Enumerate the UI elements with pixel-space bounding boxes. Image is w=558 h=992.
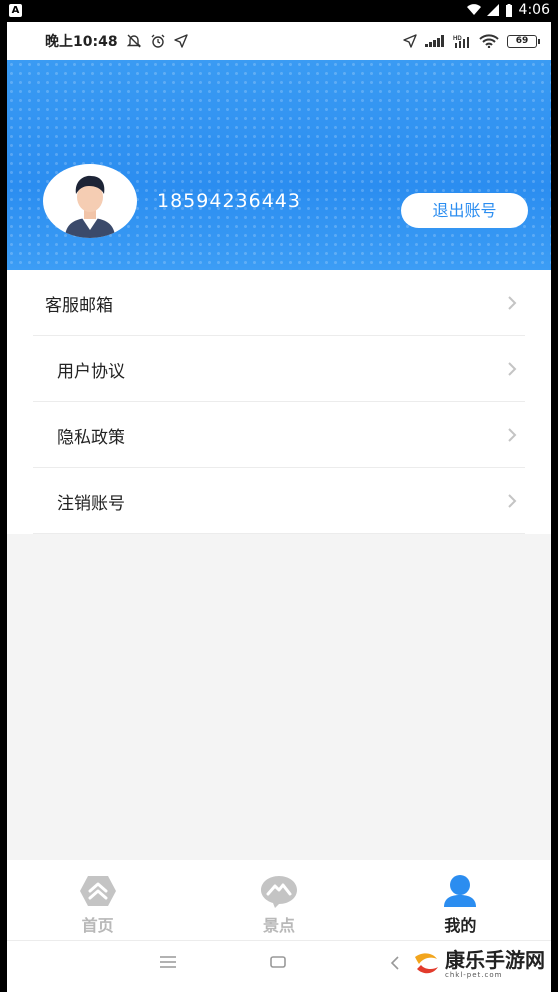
- signal-icon: [486, 4, 499, 16]
- silent-bell-icon: [126, 34, 141, 48]
- gps-arrow-icon: [403, 34, 417, 48]
- system-status-bar: A 4:06: [0, 0, 558, 22]
- watermark-text: 康乐手游网: [445, 948, 545, 972]
- system-time: 4:06: [518, 2, 550, 18]
- menu-item-delete-account[interactable]: 注销账号: [7, 468, 551, 534]
- watermark-logo: 康乐手游网 chkl-pet.com: [411, 949, 545, 979]
- wifi-icon: [466, 4, 481, 16]
- chevron-right-icon: [508, 428, 517, 442]
- home-icon: [79, 876, 116, 906]
- scenic-spot-icon: [260, 876, 297, 908]
- chevron-right-icon: [508, 362, 517, 376]
- chevron-right-icon: [508, 494, 517, 508]
- notification-icon: A: [9, 4, 22, 17]
- location-arrow-icon: [173, 34, 188, 48]
- android-navigation-bar: 康乐手游网 chkl-pet.com: [7, 940, 551, 992]
- watermark-url: chkl-pet.com: [445, 971, 503, 979]
- battery-indicator: 69: [507, 34, 540, 48]
- logout-button[interactable]: 退出账号: [401, 193, 528, 228]
- alarm-icon: [151, 34, 165, 48]
- menu-item-privacy-policy[interactable]: 隐私政策: [7, 402, 551, 468]
- wifi-status-icon: [479, 34, 499, 48]
- menu-item-user-agreement[interactable]: 用户协议: [7, 336, 551, 402]
- settings-menu: 客服邮箱 用户协议 隐私政策 注销账号: [7, 270, 551, 534]
- menu-item-label: 用户协议: [57, 361, 125, 382]
- menu-item-label: 客服邮箱: [45, 295, 113, 316]
- app-screen: 晚上10:48 HD 69 18594236443 退出账号 客服邮箱 用户协议…: [7, 22, 551, 992]
- avatar-person-icon: [65, 175, 115, 238]
- profile-header: 18594236443 退出账号: [7, 60, 551, 270]
- tab-label: 我的: [444, 916, 477, 935]
- profile-icon: [444, 875, 477, 907]
- status-time: 晚上10:48: [45, 34, 118, 50]
- menu-item-service-email[interactable]: 客服邮箱: [7, 270, 551, 336]
- tab-home[interactable]: 首页: [7, 860, 188, 940]
- battery-icon: [505, 3, 512, 17]
- menu-item-label: 隐私政策: [57, 427, 125, 448]
- back-icon[interactable]: [389, 955, 401, 971]
- menu-item-label: 注销账号: [57, 493, 125, 514]
- tab-mine[interactable]: 我的: [370, 860, 551, 940]
- status-bar: 晚上10:48 HD 69: [7, 22, 551, 60]
- home-square-icon[interactable]: [269, 955, 287, 969]
- user-phone-number: 18594236443: [157, 190, 301, 212]
- bottom-tab-bar: 首页 景点 我的: [7, 860, 551, 940]
- menu-icon[interactable]: [159, 955, 177, 969]
- hd-signal-icon: HD: [453, 36, 469, 48]
- avatar[interactable]: [43, 164, 137, 238]
- tab-scenic-spots[interactable]: 景点: [188, 860, 369, 940]
- tab-label: 景点: [262, 916, 295, 935]
- watermark-swoosh-icon: [415, 953, 438, 974]
- tab-label: 首页: [81, 916, 114, 935]
- chevron-right-icon: [508, 296, 517, 310]
- cell-signal-icon: [425, 35, 444, 47]
